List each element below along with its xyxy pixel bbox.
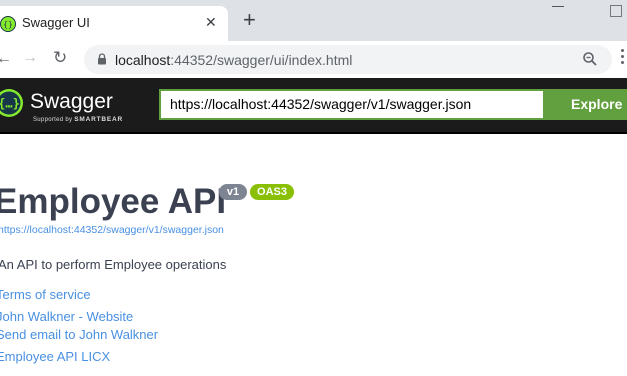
api-description: An API to perform Employee operations: [0, 257, 227, 272]
contact-email-link[interactable]: Send email to John Walkner: [0, 327, 158, 342]
version-badge: v1: [219, 184, 247, 200]
tab-title: Swagger UI: [22, 15, 90, 30]
lock-icon: [98, 53, 106, 65]
terms-of-service-link[interactable]: Terms of service: [0, 287, 91, 302]
minimize-icon[interactable]: [552, 6, 564, 7]
spec-url-input[interactable]: https://localhost:44352/swagger/v1/swagg…: [159, 89, 543, 120]
address-bar[interactable]: localhost:44352/swagger/ui/index.html: [84, 45, 612, 74]
oas-badge: OAS3: [250, 184, 294, 200]
zoom-icon[interactable]: [582, 51, 598, 67]
swagger-brand[interactable]: Swagger: [30, 90, 113, 114]
forward-arrow-icon[interactable]: →: [22, 49, 38, 67]
close-icon[interactable]: ✕: [205, 14, 217, 31]
reload-icon[interactable]: ↻: [53, 48, 67, 68]
new-tab-icon[interactable]: +: [243, 9, 256, 31]
url-text[interactable]: localhost:44352/swagger/ui/index.html: [115, 52, 352, 68]
swagger-topbar: {…} Swagger Supported by SMARTBEAR https…: [0, 78, 627, 134]
maximize-icon[interactable]: [610, 5, 622, 17]
api-title: Employee API: [0, 182, 227, 221]
svg-text:{}: {}: [3, 20, 13, 29]
swagger-logo-icon[interactable]: {…}: [0, 88, 24, 118]
supported-by-text: Supported by: [33, 117, 73, 123]
swagger-favicon: {}: [0, 16, 16, 32]
explore-button[interactable]: Explore: [543, 89, 627, 120]
spec-json-link[interactable]: https://localhost:44352/swagger/v1/swagg…: [0, 224, 224, 236]
license-link[interactable]: Employee API LICX: [0, 349, 110, 364]
url-host: localhost: [115, 52, 171, 68]
supported-by-label: Supported by SMARTBEAR: [33, 116, 123, 123]
contact-website-link[interactable]: John Walkner - Website: [0, 309, 133, 324]
browser-toolbar: ← → ↻ localhost:44352/swagger/ui/index.h…: [0, 41, 627, 79]
smartbear-text: SMARTBEAR: [74, 116, 123, 123]
url-path: :44352/swagger/ui/index.html: [170, 52, 353, 68]
browser-tab[interactable]: {} Swagger UI ✕: [0, 6, 228, 41]
svg-text:{…}: {…}: [0, 97, 20, 111]
menu-dots-icon[interactable]: [621, 49, 625, 69]
browser-tab-strip: {} Swagger UI ✕ +: [0, 0, 627, 41]
back-arrow-icon[interactable]: ←: [0, 50, 12, 68]
